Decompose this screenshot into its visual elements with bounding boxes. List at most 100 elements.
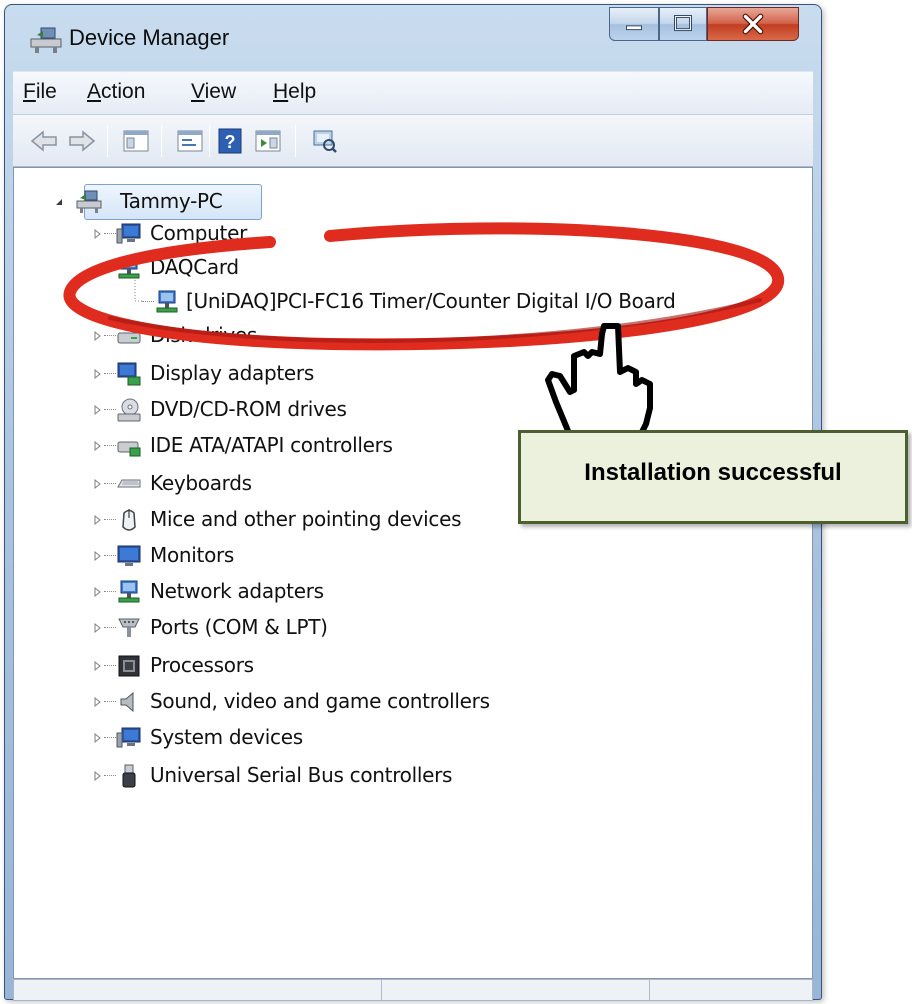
tree-connector [104, 519, 116, 520]
port-icon [118, 618, 140, 637]
help-icon[interactable]: ? [215, 127, 245, 155]
tree-connector [142, 301, 154, 302]
tree-item-system-devices[interactable]: System devices [90, 722, 390, 754]
tree-item-label: Disk drives [150, 323, 258, 347]
close-icon [742, 13, 764, 35]
expand-arrow-icon[interactable] [90, 439, 104, 453]
expand-arrow-icon[interactable] [90, 477, 104, 491]
expand-arrow-icon[interactable] [90, 403, 104, 417]
tree-item-label: [UniDAQ]PCI-FC16 Timer/Counter Digital I… [186, 289, 676, 313]
display-adapter-icon [117, 362, 141, 386]
tree-connector [104, 445, 116, 446]
tree-item-label: Network adapters [150, 579, 324, 603]
expand-arrow-icon[interactable] [90, 367, 104, 381]
tree-item-display-adapters[interactable]: Display adapters [90, 358, 390, 390]
keyboard-icon [117, 479, 141, 488]
tree-item-label: Display adapters [150, 361, 314, 385]
minimize-icon [626, 25, 642, 31]
tree-item-ports[interactable]: Ports (COM & LPT) [90, 612, 390, 644]
tree-item-label: Monitors [150, 543, 235, 567]
tree-item-label: System devices [150, 725, 303, 749]
svg-text:?: ? [225, 132, 236, 152]
sound-icon [120, 691, 134, 713]
tree-connector [104, 591, 116, 592]
tree-connector [104, 737, 116, 738]
daq-device-icon [156, 290, 178, 313]
maximize-button[interactable] [659, 7, 707, 41]
daq-card-icon [118, 256, 140, 279]
tree-item-label: DVD/CD-ROM drives [150, 397, 347, 421]
tree-root-tammy-pc[interactable]: Tammy-PC [52, 186, 312, 218]
action-pane-icon[interactable] [253, 127, 283, 155]
menu-action[interactable]: Action [87, 80, 145, 104]
tree-item-ide-controllers[interactable]: IDE ATA/ATAPI controllers [90, 430, 430, 462]
tree-item-dvd-cdrom-drives[interactable]: DVD/CD-ROM drives [90, 394, 390, 426]
properties-icon[interactable] [175, 127, 205, 155]
expand-arrow-icon[interactable] [90, 549, 104, 563]
forward-arrow-icon[interactable] [67, 127, 97, 155]
show-hide-console-tree-icon[interactable] [121, 127, 151, 155]
expand-arrow-icon[interactable] [90, 695, 104, 709]
tree-item-keyboards[interactable]: Keyboards [90, 468, 390, 500]
computer-icon [116, 223, 141, 244]
mouse-icon [122, 509, 136, 531]
tree-item-disk-drives[interactable]: Disk drives [90, 320, 390, 352]
tree-item-label: Universal Serial Bus controllers [150, 763, 453, 787]
device-tree-pane[interactable]: Tammy-PC Computer DAQCard [UniDAQ]PCI-FC… [13, 167, 813, 979]
monitor-icon [117, 545, 141, 566]
tree-item-network-adapters[interactable]: Network adapters [90, 576, 390, 608]
menu-help[interactable]: Help [273, 80, 316, 104]
menu-view[interactable]: View [191, 80, 236, 104]
disk-drive-icon [117, 332, 141, 344]
window-title: Device Manager [69, 25, 230, 50]
tree-connector [104, 409, 116, 410]
tree-item-monitors[interactable]: Monitors [90, 540, 390, 572]
close-button[interactable] [707, 7, 799, 41]
collapse-arrow-icon[interactable] [52, 195, 66, 209]
tree-item-processors[interactable]: Processors [90, 650, 390, 682]
tree-item-label: Processors [150, 653, 254, 677]
toolbar-separator [295, 125, 296, 157]
tree-connector [104, 483, 116, 484]
collapse-arrow-icon[interactable] [90, 261, 104, 275]
tree-connector [104, 627, 116, 628]
back-arrow-icon[interactable] [29, 127, 59, 155]
usb-icon [122, 764, 136, 788]
expand-arrow-icon[interactable] [90, 769, 104, 783]
expand-arrow-icon[interactable] [90, 329, 104, 343]
tree-item-sound-video-game[interactable]: Sound, video and game controllers [90, 686, 530, 718]
title-bar[interactable]: Device Manager [5, 5, 821, 65]
menu-file[interactable]: File [23, 80, 57, 104]
menu-bar: File Action View Help [13, 71, 813, 115]
tree-item-usb-controllers[interactable]: Universal Serial Bus controllers [90, 760, 490, 792]
status-bar [13, 979, 813, 1001]
toolbar-separator [107, 125, 108, 157]
tree-item-unidaq-pci-fc16[interactable]: [UniDAQ]PCI-FC16 Timer/Counter Digital I… [128, 280, 768, 318]
tree-connector-corner [134, 280, 142, 302]
ide-controller-icon [117, 441, 141, 457]
dvd-drive-icon [117, 398, 141, 422]
tree-root-label: Tammy-PC [120, 189, 223, 213]
tree-item-mice[interactable]: Mice and other pointing devices [90, 504, 490, 536]
maximize-icon [674, 15, 692, 32]
tree-item-computer[interactable]: Computer [90, 218, 390, 250]
tree-connector [104, 775, 116, 776]
expand-arrow-icon[interactable] [90, 659, 104, 673]
expand-arrow-icon[interactable] [90, 621, 104, 635]
tree-item-label: Mice and other pointing devices [150, 507, 462, 531]
toolbar-separator [161, 125, 162, 157]
callout-text: Installation successful [584, 459, 842, 486]
status-pane-1 [14, 980, 382, 1000]
minimize-button[interactable] [609, 7, 659, 41]
network-adapter-icon [118, 580, 140, 603]
expand-arrow-icon[interactable] [90, 227, 104, 241]
toolbar-separator [209, 125, 210, 157]
system-device-icon [116, 727, 141, 748]
expand-arrow-icon[interactable] [90, 585, 104, 599]
expand-arrow-icon[interactable] [90, 513, 104, 527]
toolbar: ? [13, 115, 813, 167]
expand-arrow-icon[interactable] [90, 731, 104, 745]
scan-hardware-icon[interactable] [309, 127, 339, 155]
status-pane-2 [382, 980, 650, 1000]
tree-item-label: Sound, video and game controllers [150, 689, 490, 713]
